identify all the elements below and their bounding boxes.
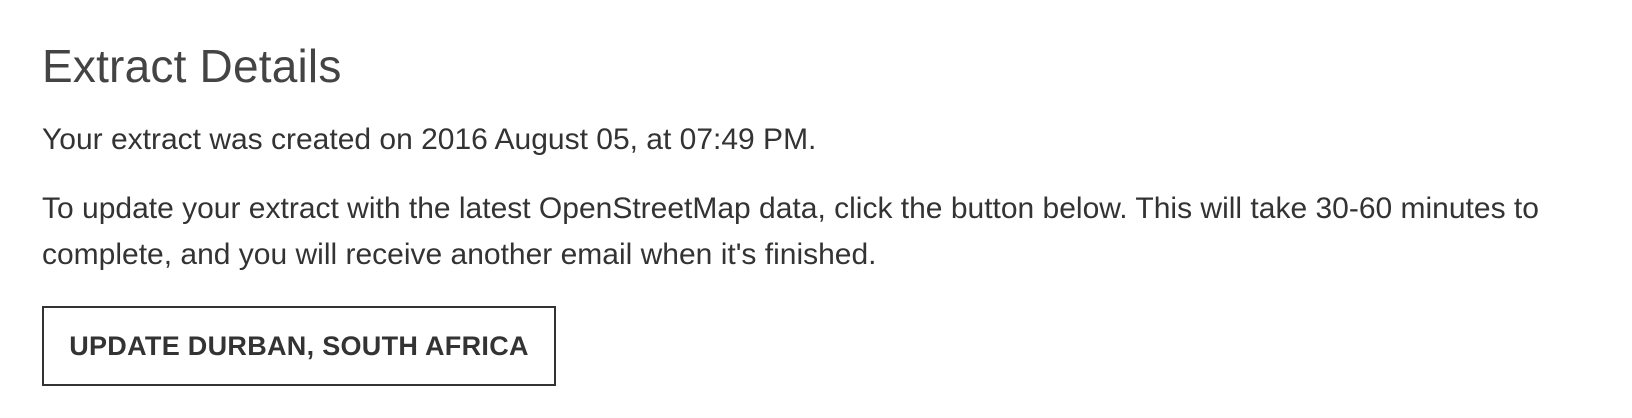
page-title: Extract Details xyxy=(42,40,342,92)
update-instructions-text: To update your extract with the latest O… xyxy=(42,192,1539,271)
extract-details-section: Extract Details Your extract was created… xyxy=(0,0,1632,418)
created-date-text: Your extract was created on 2016 August … xyxy=(42,123,817,156)
update-extract-button[interactable]: UPDATE DURBAN, SOUTH AFRICA xyxy=(42,306,556,386)
